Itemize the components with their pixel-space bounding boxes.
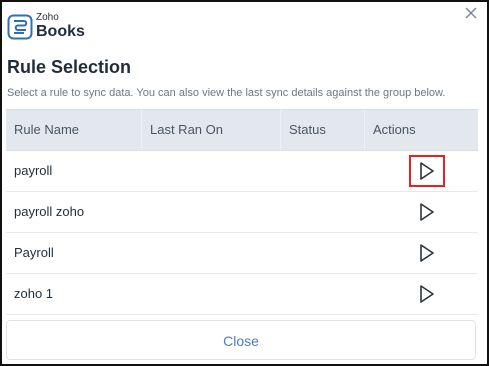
actions-cell [365,192,478,232]
status-cell [281,233,365,273]
table-row: payroll zoho [6,192,478,233]
column-header-status: Status [281,110,365,150]
rule-name-cell: zoho 1 [14,286,54,301]
play-icon [420,285,434,303]
last-ran-cell [142,274,281,314]
books-logo-icon [7,14,33,39]
last-ran-cell [142,151,281,191]
rule-name-cell: payroll zoho [14,204,85,219]
table-row: Payroll [6,233,478,274]
dialog-description: Select a rule to sync data. You can also… [7,87,446,99]
actions-cell [365,151,478,191]
actions-cell [365,274,478,314]
run-rule-button[interactable] [409,196,445,228]
play-icon [420,162,434,180]
rule-selection-dialog: Zoho Books Rule Selection Select a rule … [0,0,489,366]
play-icon [420,203,434,221]
logo-text-books: Books [36,23,85,40]
column-header-actions: Actions [373,122,416,137]
table-row: payroll [6,151,478,192]
rule-name-cell: payroll [14,163,53,178]
last-ran-cell [142,233,281,273]
table-header: Rule Name Last Ran On Status Actions [6,109,478,151]
close-icon[interactable] [463,5,479,21]
run-rule-button[interactable] [409,278,445,310]
actions-cell [365,233,478,273]
status-cell [281,274,365,314]
rule-name-cell: Payroll [14,245,54,260]
column-header-rule-name: Rule Name [6,110,142,150]
zoho-books-logo: Zoho Books [7,13,85,40]
status-cell [281,192,365,232]
run-rule-button[interactable] [409,155,445,187]
close-button[interactable]: Close [6,320,476,360]
table-row: zoho 1 [6,274,478,315]
column-header-last-ran-on: Last Ran On [142,110,281,150]
logo-text-zoho: Zoho [36,12,59,23]
last-ran-cell [142,192,281,232]
play-icon [420,244,434,262]
run-rule-button[interactable] [409,237,445,269]
dialog-title: Rule Selection [7,57,132,77]
rules-table: Rule Name Last Ran On Status Actions pay… [6,109,478,315]
status-cell [281,151,365,191]
